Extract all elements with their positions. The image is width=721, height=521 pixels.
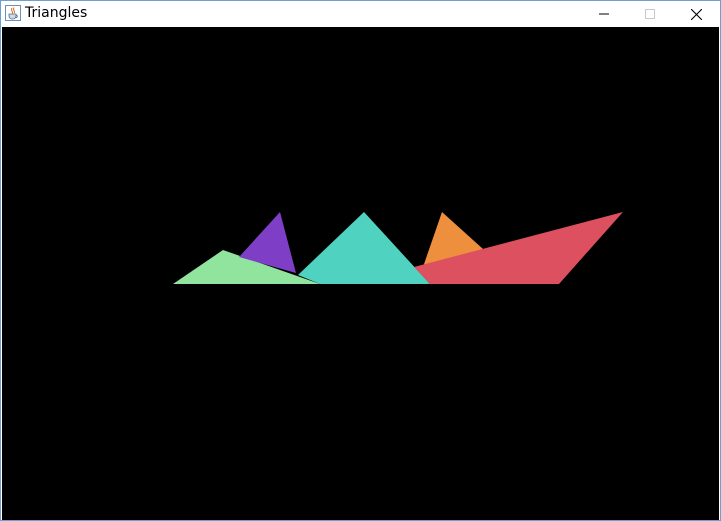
- app-window: Triangles: [0, 0, 721, 521]
- close-icon: [690, 8, 702, 20]
- maximize-icon: [645, 9, 655, 19]
- triangle-turquoise: [298, 212, 430, 284]
- maximize-button[interactable]: [627, 1, 673, 27]
- close-button[interactable]: [673, 1, 719, 27]
- java-cup-icon[interactable]: [5, 5, 21, 21]
- triangles-drawing: [173, 212, 623, 284]
- minimize-button[interactable]: [581, 1, 627, 27]
- drawing-canvas[interactable]: [2, 27, 719, 520]
- window-title: Triangles: [25, 5, 88, 21]
- minimize-icon: [599, 9, 609, 19]
- title-bar[interactable]: Triangles: [1, 1, 720, 27]
